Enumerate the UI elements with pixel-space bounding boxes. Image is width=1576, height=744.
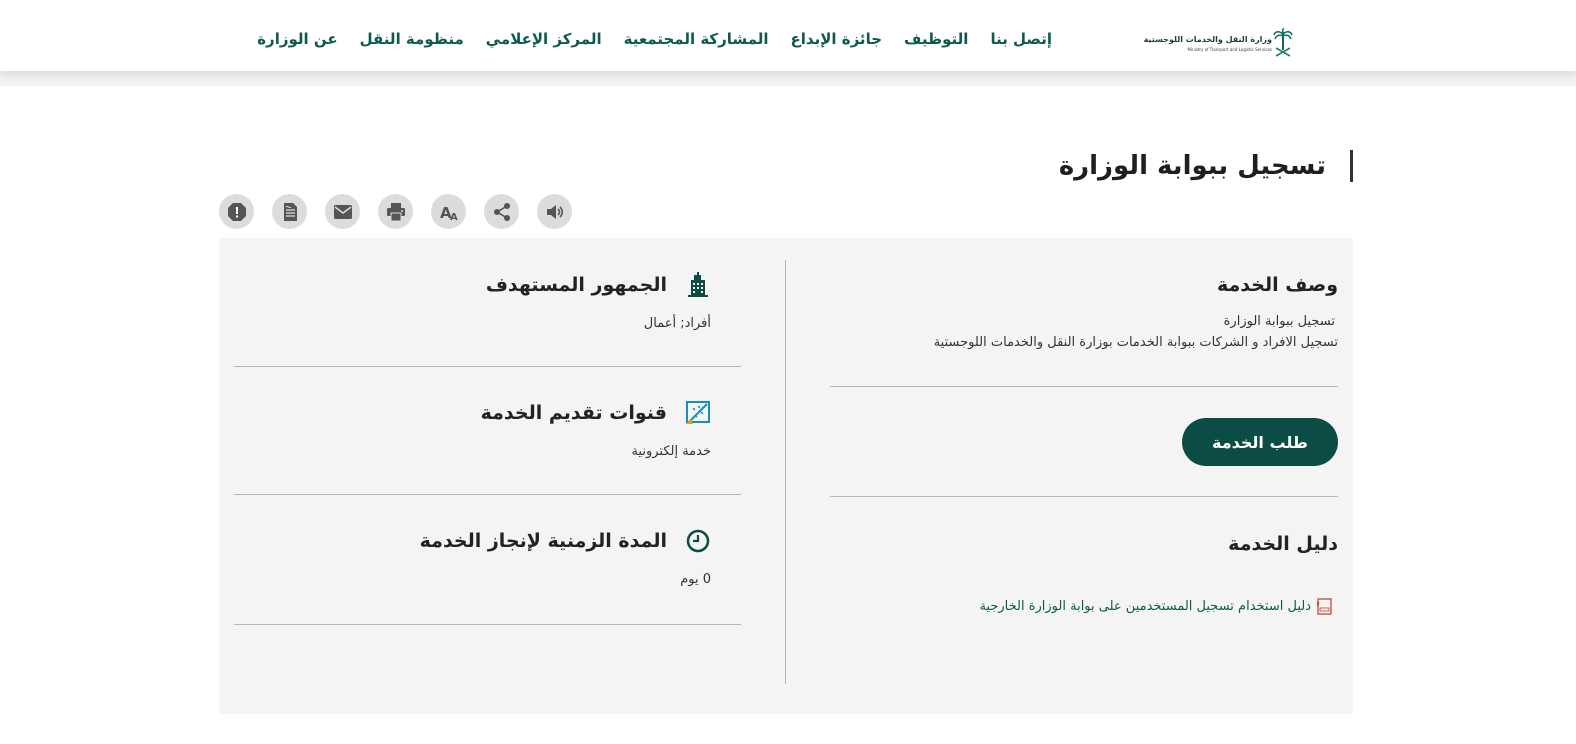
nav-about[interactable]: عن الوزارة	[257, 30, 337, 48]
share-icon	[493, 202, 510, 221]
report-icon	[227, 202, 246, 221]
nav-careers[interactable]: التوظيف	[904, 30, 968, 48]
request-service-button[interactable]: طلب الخدمة	[1182, 418, 1338, 466]
divider	[830, 496, 1338, 497]
nav-contact[interactable]: إتصل بنا	[990, 30, 1052, 48]
service-card: وصف الخدمة تسجيل ببوابة الوزارة تسجيل ال…	[219, 238, 1353, 714]
description-line-2: تسجيل الافراد و الشركات ببوابة الخدمات ب…	[933, 335, 1338, 350]
logo-name-en: Ministry of Transport and Logistic Servi…	[1187, 47, 1272, 52]
document-button[interactable]	[272, 194, 307, 229]
duration-section: المدة الزمنية لإنجاز الخدمة 0 يوم	[420, 528, 711, 587]
description-line-1: تسجيل ببوابة الوزارة	[1223, 314, 1335, 329]
site-header: وزارة النقل والخدمات اللوجستية Ministry …	[0, 0, 1576, 71]
divider	[234, 494, 741, 495]
page-toolbar: A A	[219, 194, 572, 229]
ministry-logo[interactable]: وزارة النقل والخدمات اللوجستية Ministry …	[1144, 26, 1302, 62]
page-title-wrap: تسجيل ببوابة الوزارة	[1059, 150, 1353, 182]
guide-link-text: دليل استخدام تسجيل المستخدمين على بوابة …	[979, 599, 1311, 614]
audience-value: أفراد; أعمال	[643, 316, 711, 331]
pdf-icon: pdf	[1317, 598, 1332, 615]
building-icon	[688, 272, 708, 297]
page-title: تسجيل ببوابة الوزارة	[1058, 151, 1326, 181]
nav-media-center[interactable]: المركز الإعلامي	[486, 30, 602, 48]
logo-name-ar: وزارة النقل والخدمات اللوجستية	[1143, 35, 1272, 44]
guide-pdf-link[interactable]: pdf دليل استخدام تسجيل المستخدمين على بو…	[979, 598, 1333, 615]
font-size-icon: A A	[440, 204, 458, 222]
duration-value: 0 يوم	[680, 572, 711, 587]
column-divider	[785, 260, 786, 684]
share-button[interactable]	[484, 194, 519, 229]
print-button[interactable]	[378, 194, 413, 229]
report-button[interactable]	[219, 194, 254, 229]
description-heading: وصف الخدمة	[1216, 274, 1338, 296]
audience-heading: الجمهور المستهدف	[485, 274, 667, 296]
palm-swords-icon	[1273, 28, 1293, 57]
nav-creativity-award[interactable]: جائزة الإبداع	[791, 30, 882, 48]
channels-heading: قنوات تقديم الخدمة	[480, 402, 667, 424]
channels-section: قنوات تقديم الخدمة خدمة إلكترونية	[481, 400, 711, 459]
channels-icon	[686, 401, 710, 424]
document-icon	[283, 202, 297, 221]
divider	[830, 386, 1338, 387]
email-button[interactable]	[325, 194, 360, 229]
print-icon	[386, 202, 405, 221]
guide-heading: دليل الخدمة	[1228, 533, 1338, 555]
svg-text:A: A	[450, 212, 458, 222]
divider	[234, 624, 741, 625]
nav-community[interactable]: المشاركة المجتمعية	[624, 30, 769, 48]
description-section: وصف الخدمة تسجيل ببوابة الوزارة تسجيل ال…	[934, 274, 1338, 350]
clock-icon	[686, 529, 710, 553]
duration-heading: المدة الزمنية لإنجاز الخدمة	[419, 530, 667, 552]
title-accent-bar	[1350, 150, 1353, 182]
nav-transport-system[interactable]: منظومة النقل	[360, 30, 464, 48]
font-size-button[interactable]: A A	[431, 194, 466, 229]
email-icon	[333, 204, 352, 219]
audience-section: الجمهور المستهدف أفراد; أعمال	[486, 272, 711, 331]
svg-text:pdf: pdf	[1317, 602, 1320, 608]
divider	[234, 366, 741, 367]
channels-value: خدمة إلكترونية	[631, 444, 711, 459]
guide-section: دليل الخدمة	[1228, 533, 1338, 555]
speaker-button[interactable]	[537, 194, 572, 229]
speaker-icon	[546, 204, 563, 219]
main-nav: عن الوزارة منظومة النقل المركز الإعلامي …	[257, 30, 1052, 48]
header-shadow-strip	[0, 71, 1576, 86]
